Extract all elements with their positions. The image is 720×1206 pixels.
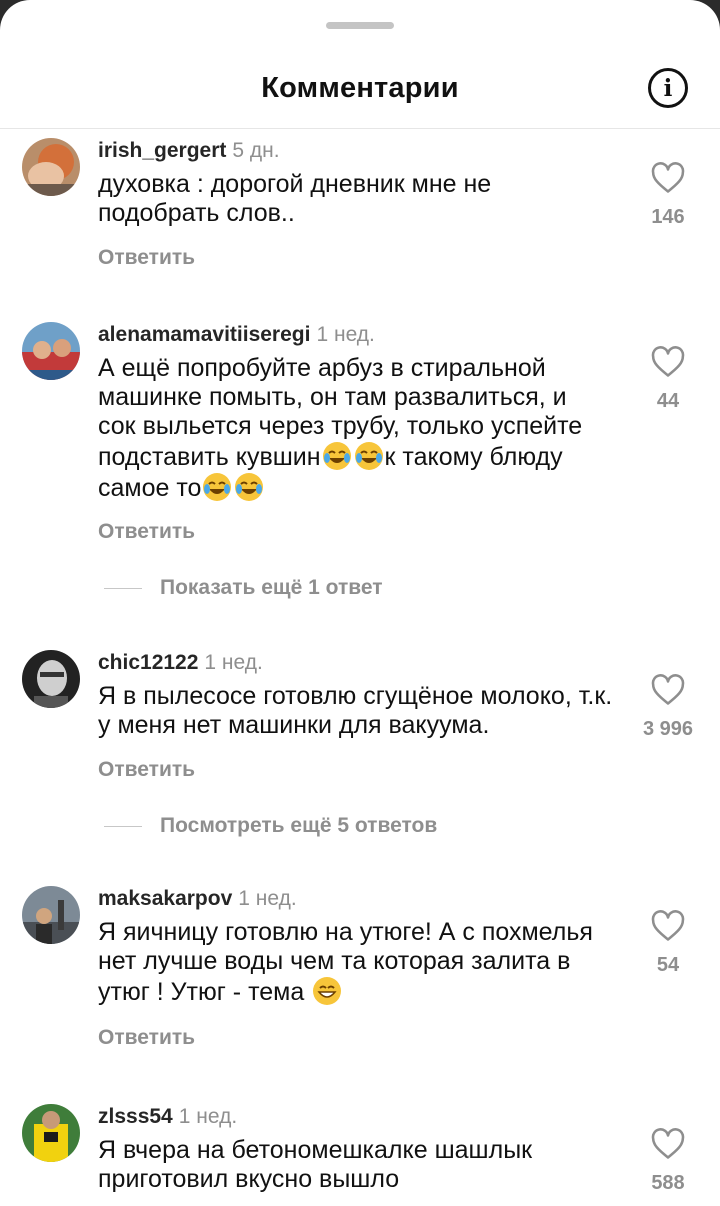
timestamp: 1 нед. bbox=[204, 651, 263, 674]
laughing-emoji-icon bbox=[235, 473, 264, 501]
heart-icon bbox=[651, 910, 685, 941]
laughing-emoji-icon bbox=[203, 473, 232, 501]
laughing-emoji-icon bbox=[354, 442, 383, 470]
laughing-emoji-icon bbox=[322, 442, 351, 470]
like-count: 3 996 bbox=[642, 718, 694, 740]
like-count: 588 bbox=[651, 1172, 685, 1194]
username[interactable]: irish_gergert bbox=[98, 139, 226, 162]
timestamp: 1 нед. bbox=[238, 887, 297, 910]
thread-line bbox=[104, 587, 142, 589]
comment-text: А ещё попробуйте арбуз в стиральной маши… bbox=[98, 354, 598, 503]
comment-meta: chic12122 1 нед. bbox=[98, 650, 628, 676]
comment-meta: irish_gergert 5 дн. bbox=[98, 138, 628, 164]
reply-button[interactable]: Ответить bbox=[98, 520, 195, 544]
like-button[interactable]: 54 bbox=[630, 910, 706, 977]
comment-text: духовка : дорогой дневник мне не подобра… bbox=[98, 170, 492, 227]
sheet-title: Комментарии bbox=[261, 72, 459, 104]
comment-text-part: Я яичницу готовлю на утюге! А с похмелья… bbox=[98, 918, 593, 1006]
like-button[interactable]: 146 bbox=[630, 162, 706, 229]
more-replies-label: Показать ещё 1 ответ bbox=[160, 576, 383, 599]
like-count: 54 bbox=[656, 954, 680, 976]
reply-button[interactable]: Ответить bbox=[98, 758, 195, 782]
reply-button[interactable]: Ответить bbox=[98, 246, 195, 270]
comment-meta: alenamamavitiiseregi 1 нед. bbox=[98, 322, 628, 348]
info-icon[interactable]: i bbox=[648, 68, 688, 108]
timestamp: 5 дн. bbox=[232, 139, 280, 162]
more-replies-label: Посмотреть ещё 5 ответов bbox=[160, 814, 438, 837]
avatar[interactable] bbox=[22, 1104, 80, 1162]
like-count: 44 bbox=[656, 390, 680, 412]
thread-line bbox=[104, 825, 142, 827]
grinning-emoji-icon bbox=[313, 977, 342, 1005]
sheet-grabber[interactable] bbox=[326, 22, 394, 29]
header-divider bbox=[0, 128, 720, 129]
heart-icon bbox=[651, 1128, 685, 1159]
comments-sheet: Комментарии i irish_gergert 5 дн. духовка… bbox=[0, 0, 720, 1206]
username[interactable]: zlsss54 bbox=[98, 1105, 173, 1128]
comment-text: Я яичницу готовлю на утюге! А с похмелья… bbox=[98, 918, 618, 1007]
like-button[interactable]: 44 bbox=[630, 346, 706, 413]
show-more-replies-button[interactable]: Посмотреть ещё 5 ответов bbox=[104, 814, 437, 838]
avatar[interactable] bbox=[22, 138, 80, 196]
reply-button[interactable]: Ответить bbox=[98, 1026, 195, 1050]
show-more-replies-button[interactable]: Показать ещё 1 ответ bbox=[104, 576, 383, 600]
avatar[interactable] bbox=[22, 650, 80, 708]
comment-meta: zlsss54 1 нед. bbox=[98, 1104, 628, 1130]
avatar[interactable] bbox=[22, 886, 80, 944]
heart-icon bbox=[651, 162, 685, 193]
timestamp: 1 нед. bbox=[178, 1105, 238, 1128]
username[interactable]: maksakarpov bbox=[98, 887, 232, 910]
username[interactable]: alenamamavitiiseregi bbox=[98, 323, 310, 346]
comment-text: Я в пылесосе готовлю сгущёное молоко, т.… bbox=[98, 682, 613, 739]
heart-icon bbox=[651, 346, 685, 377]
timestamp: 1 нед. bbox=[316, 323, 375, 346]
heart-icon bbox=[651, 674, 685, 705]
comment-text: Я вчера на бетономешкалке шашлык пригото… bbox=[98, 1136, 533, 1193]
username[interactable]: chic12122 bbox=[98, 651, 198, 674]
comment-meta: maksakarpov 1 нед. bbox=[98, 886, 628, 912]
avatar[interactable] bbox=[22, 322, 80, 380]
like-count: 146 bbox=[651, 206, 685, 228]
like-button[interactable]: 3 996 bbox=[630, 674, 706, 741]
like-button[interactable]: 588 bbox=[630, 1128, 706, 1195]
